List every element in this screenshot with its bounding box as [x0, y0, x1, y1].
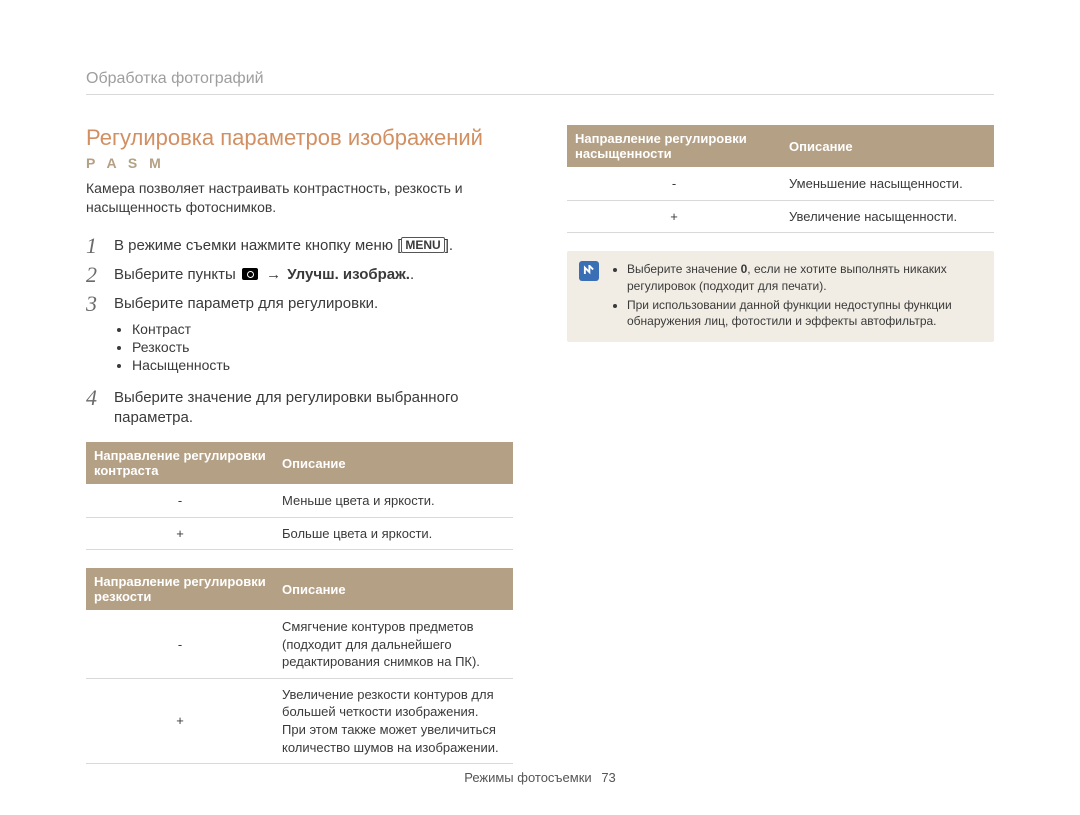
- table-row: + Увеличение резкости контуров для больш…: [86, 678, 513, 763]
- arrow-icon: →: [264, 266, 283, 283]
- contrast-minus: -: [86, 485, 274, 518]
- table-row: - Смягчение контуров предметов (подходит…: [86, 611, 513, 679]
- step-4-text: Выберите значение для регулировки выбран…: [114, 385, 513, 429]
- step-number: 2: [86, 262, 114, 287]
- saturation-header-desc: Описание: [781, 125, 994, 168]
- footer-section: Режимы фотосъемки: [464, 770, 591, 785]
- sharpness-table: Направление регулировки резкости Описани…: [86, 568, 513, 764]
- step-number: 3: [86, 291, 114, 316]
- step-number: 1: [86, 233, 114, 258]
- step-3: 3 Выберите параметр для регулировки.: [86, 291, 513, 316]
- option-saturation: Насыщенность: [132, 357, 513, 373]
- camera-icon: [242, 268, 258, 280]
- contrast-minus-desc: Меньше цвета и яркости.: [274, 485, 513, 518]
- contrast-header-desc: Описание: [274, 442, 513, 485]
- note-1a: Выберите значение: [627, 262, 741, 276]
- page-footer: Режимы фотосъемки 73: [0, 770, 1080, 785]
- contrast-plus: +: [86, 517, 274, 550]
- page-title: Регулировка параметров изображений: [86, 125, 513, 151]
- saturation-header-direction: Направление регулировки насыщенности: [567, 125, 781, 168]
- step-2: 2 Выберите пункты → Улучш. изображ..: [86, 262, 513, 287]
- menu-button-label: MENU: [401, 237, 444, 253]
- info-icon: [579, 261, 599, 281]
- step-4: 4 Выберите значение для регулировки выбр…: [86, 385, 513, 429]
- saturation-minus: -: [567, 168, 781, 201]
- table-row: - Уменьшение насыщенности.: [567, 168, 994, 201]
- sharpness-minus-desc: Смягчение контуров предметов (подходит д…: [274, 611, 513, 679]
- saturation-plus-desc: Увеличение насыщенности.: [781, 200, 994, 233]
- mode-indicator: P A S M: [86, 155, 513, 171]
- table-row: + Больше цвета и яркости.: [86, 517, 513, 550]
- step-2-text-a: Выберите пункты: [114, 266, 240, 283]
- step-1-text-a: В режиме съемки нажмите кнопку меню [: [114, 237, 401, 254]
- sharpness-header-desc: Описание: [274, 568, 513, 611]
- step-3-text: Выберите параметр для регулировки.: [114, 291, 513, 314]
- saturation-minus-desc: Уменьшение насыщенности.: [781, 168, 994, 201]
- sharpness-header-direction: Направление регулировки резкости: [86, 568, 274, 611]
- saturation-table: Направление регулировки насыщенности Опи…: [567, 125, 994, 233]
- option-sharpness: Резкость: [132, 339, 513, 355]
- step-1: 1 В режиме съемки нажмите кнопку меню [M…: [86, 233, 513, 258]
- sharpness-plus: +: [86, 678, 274, 763]
- step-1-text-b: ].: [445, 237, 453, 254]
- breadcrumb: Обработка фотографий: [86, 70, 994, 95]
- note-box: Выберите значение 0, если не хотите выпо…: [567, 251, 994, 342]
- sharpness-plus-desc: Увеличение резкости контуров для большей…: [274, 678, 513, 763]
- step-2-menu-path: Улучш. изображ.: [287, 266, 410, 283]
- sharpness-minus: -: [86, 611, 274, 679]
- note-item-unavailable: При использовании данной функции недосту…: [627, 297, 982, 331]
- note-item-zero: Выберите значение 0, если не хотите выпо…: [627, 261, 982, 295]
- option-contrast: Контраст: [132, 321, 513, 337]
- saturation-plus: +: [567, 200, 781, 233]
- contrast-header-direction: Направление регулировки контраста: [86, 442, 274, 485]
- contrast-plus-desc: Больше цвета и яркости.: [274, 517, 513, 550]
- page-number: 73: [601, 770, 615, 785]
- table-row: + Увеличение насыщенности.: [567, 200, 994, 233]
- contrast-table: Направление регулировки контраста Описан…: [86, 442, 513, 550]
- intro-text: Камера позволяет настраивать контрастнос…: [86, 179, 513, 217]
- step-number: 4: [86, 385, 114, 410]
- step-3-options: Контраст Резкость Насыщенность: [114, 321, 513, 373]
- table-row: - Меньше цвета и яркости.: [86, 485, 513, 518]
